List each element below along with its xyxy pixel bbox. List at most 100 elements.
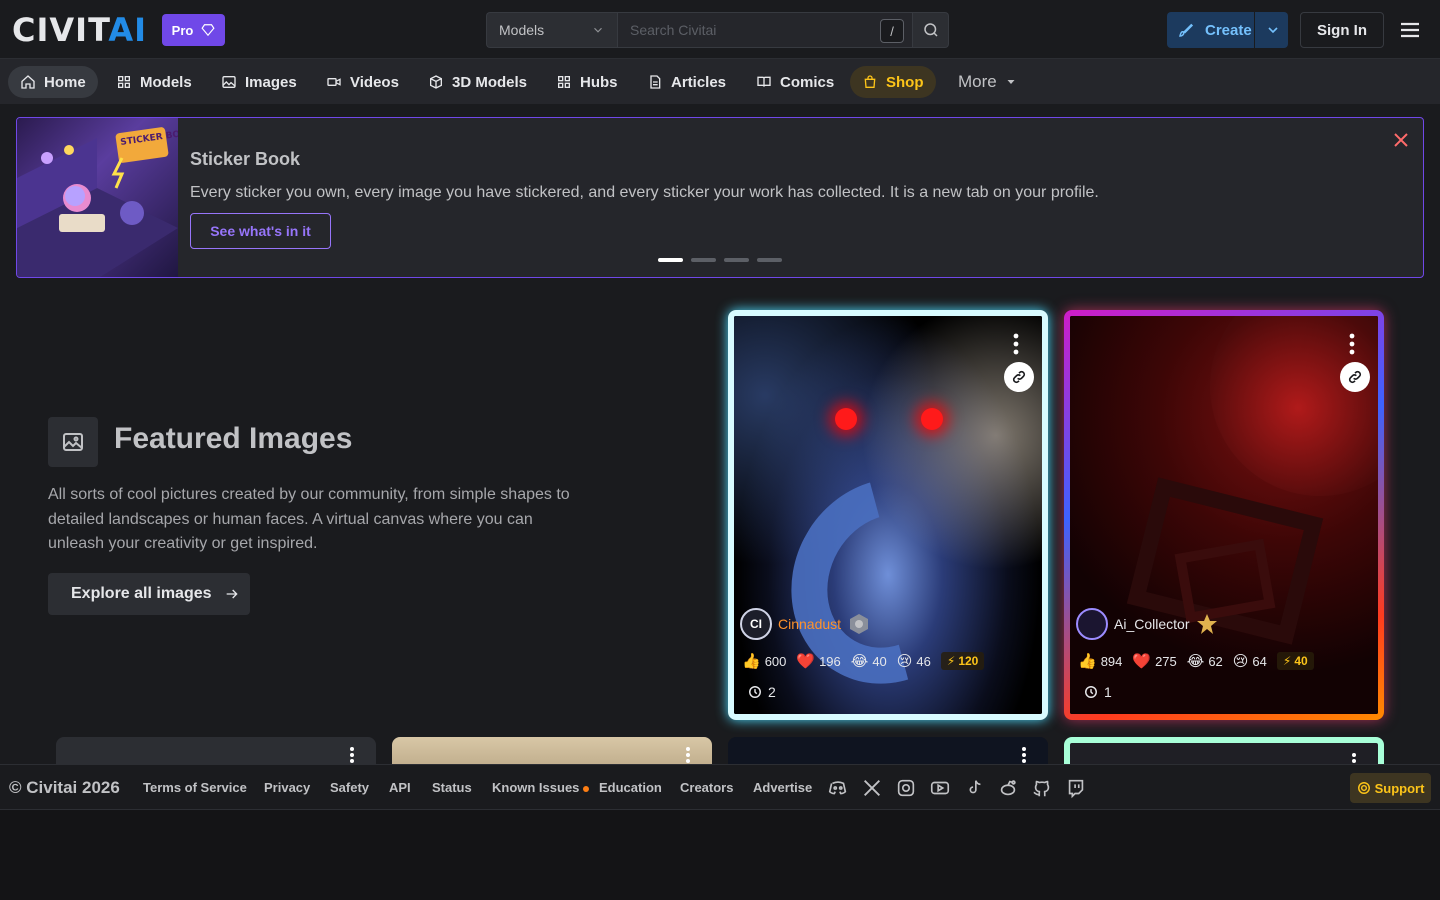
- heart-icon: ❤️: [1132, 653, 1152, 670]
- card-user[interactable]: CI Cinnadust: [740, 608, 871, 640]
- image-card[interactable]: Ai_Collector 👍 894 ❤️ 275 😂 62 😢 64 ⚡ 40 1: [1064, 310, 1384, 720]
- nav-comics-label: Comics: [780, 73, 835, 91]
- footer-link-status[interactable]: Status: [432, 780, 472, 795]
- tiktok-icon[interactable]: [963, 777, 985, 799]
- card-user[interactable]: Ai_Collector: [1076, 608, 1219, 640]
- footer-link-advertise[interactable]: Advertise: [753, 780, 812, 795]
- reaction-cry[interactable]: 😢 64: [1233, 652, 1267, 670]
- github-icon[interactable]: [1031, 777, 1053, 799]
- heart-count: 196: [819, 653, 841, 669]
- lightning-icon: ⚡: [946, 654, 956, 668]
- buzz-tip[interactable]: ⚡ 120: [940, 652, 985, 670]
- laugh-icon: 😂: [1186, 653, 1205, 670]
- youtube-icon[interactable]: [929, 777, 951, 799]
- username[interactable]: Ai_Collector: [1114, 616, 1189, 632]
- civitai-logo[interactable]: CIVITAI: [12, 14, 147, 46]
- buzz-count: 40: [1294, 654, 1308, 668]
- nav-articles[interactable]: Articles: [635, 66, 738, 98]
- creator-badge-icon: [850, 614, 869, 634]
- carousel-dot[interactable]: [724, 258, 749, 262]
- more-options-icon[interactable]: [346, 745, 358, 765]
- support-button[interactable]: Support: [1350, 773, 1431, 803]
- reddit-icon[interactable]: [997, 777, 1019, 799]
- avatar[interactable]: CI: [740, 608, 772, 640]
- twitch-icon[interactable]: [1065, 777, 1087, 799]
- nav-comics[interactable]: Comics: [744, 66, 846, 98]
- footer-link-api[interactable]: API: [389, 780, 411, 795]
- footer: © Civitai 2026 Terms of Service Privacy …: [0, 764, 1440, 810]
- more-options-icon[interactable]: [1018, 745, 1030, 765]
- close-icon[interactable]: [1393, 132, 1409, 148]
- see-whats-in-it-button[interactable]: See what's in it: [190, 213, 331, 249]
- nav-images[interactable]: Images: [209, 66, 309, 98]
- article-icon: [650, 75, 661, 89]
- more-options-icon[interactable]: [682, 745, 694, 765]
- reaction-cry[interactable]: 😢 46: [897, 652, 931, 670]
- search-button[interactable]: [913, 12, 949, 48]
- carousel-dot[interactable]: [658, 258, 683, 262]
- username[interactable]: Cinnadust: [778, 616, 841, 632]
- footer-link-education[interactable]: Education: [599, 780, 662, 795]
- nav-more[interactable]: More: [946, 66, 1029, 98]
- nav-more-label: More: [958, 72, 997, 91]
- grid-icon: [118, 76, 130, 88]
- announcement-banner: STICKER BOOK Sticker Book Every sticker …: [16, 117, 1424, 278]
- reaction-bar: 👍 600 ❤️ 196 😂 40 😢 46 ⚡ 120: [742, 652, 985, 670]
- create-button[interactable]: Create: [1167, 12, 1288, 48]
- cube-icon: [430, 75, 442, 89]
- more-options-icon[interactable]: [1342, 332, 1362, 356]
- nav-shop[interactable]: Shop: [850, 66, 936, 98]
- buzz-count: 120: [958, 654, 979, 668]
- nav-hubs[interactable]: Hubs: [544, 66, 630, 98]
- comment-count[interactable]: 1: [1084, 684, 1112, 700]
- chevron-down-icon[interactable]: [1265, 22, 1281, 38]
- reaction-heart[interactable]: ❤️ 196: [796, 652, 840, 670]
- logo-text-civ: CIVIT: [12, 11, 109, 49]
- create-divider: [1254, 12, 1255, 48]
- footer-link-safety[interactable]: Safety: [330, 780, 369, 795]
- lightning-icon: ⚡: [1282, 654, 1292, 668]
- buzz-tip[interactable]: ⚡ 40: [1276, 652, 1314, 670]
- remix-link-button[interactable]: [1004, 362, 1034, 392]
- glowing-eye: [835, 408, 857, 430]
- reaction-like[interactable]: 👍 600: [742, 652, 786, 670]
- search-input[interactable]: Search Civitai /: [617, 12, 913, 48]
- laugh-count: 40: [872, 653, 887, 669]
- carousel-dot[interactable]: [691, 258, 716, 262]
- nav-3d-models[interactable]: 3D Models: [416, 66, 539, 98]
- sign-in-button[interactable]: Sign In: [1300, 12, 1384, 48]
- nav-home[interactable]: Home: [8, 66, 98, 98]
- nav-models[interactable]: Models: [104, 66, 204, 98]
- reaction-like[interactable]: 👍 894: [1078, 652, 1122, 670]
- slash-shortcut-key: /: [880, 19, 904, 43]
- more-options-icon[interactable]: [1006, 332, 1026, 356]
- nav-videos[interactable]: Videos: [314, 66, 411, 98]
- footer-link-creators[interactable]: Creators: [680, 780, 733, 795]
- remix-link-button[interactable]: [1340, 362, 1370, 392]
- comment-count[interactable]: 2: [748, 684, 776, 700]
- nav-images-label: Images: [245, 73, 297, 91]
- page-bottom-area: [0, 810, 1440, 900]
- footer-link-terms[interactable]: Terms of Service: [143, 780, 247, 795]
- sticker-book-illustration: STICKER BOOK: [17, 127, 196, 277]
- explore-all-images-button[interactable]: Explore all images: [48, 573, 250, 615]
- footer-link-privacy[interactable]: Privacy: [264, 780, 310, 795]
- instagram-icon[interactable]: [895, 777, 917, 799]
- support-label: Support: [1374, 780, 1425, 796]
- cry-icon: 😢: [896, 653, 913, 670]
- search-scope-select[interactable]: Models: [486, 12, 617, 48]
- reaction-heart[interactable]: ❤️ 275: [1132, 652, 1176, 670]
- image-card[interactable]: CI Cinnadust 👍 600 ❤️ 196 😂 40 😢 46 ⚡ 120 2: [728, 310, 1048, 720]
- discord-icon[interactable]: [827, 777, 849, 799]
- x-icon[interactable]: [861, 777, 883, 799]
- reaction-laugh[interactable]: 😂 40: [851, 652, 887, 670]
- featured-images-icon-box: [48, 417, 98, 467]
- avatar[interactable]: [1076, 608, 1108, 640]
- reaction-laugh[interactable]: 😂 62: [1187, 652, 1223, 670]
- carousel-dot[interactable]: [757, 258, 782, 262]
- footer-link-known-issues[interactable]: Known Issues: [492, 780, 590, 795]
- pro-button[interactable]: Pro: [162, 14, 225, 46]
- glowing-eye: [921, 408, 943, 430]
- menu-icon[interactable]: [1398, 18, 1422, 42]
- thumbs-up-icon: 👍: [742, 653, 761, 670]
